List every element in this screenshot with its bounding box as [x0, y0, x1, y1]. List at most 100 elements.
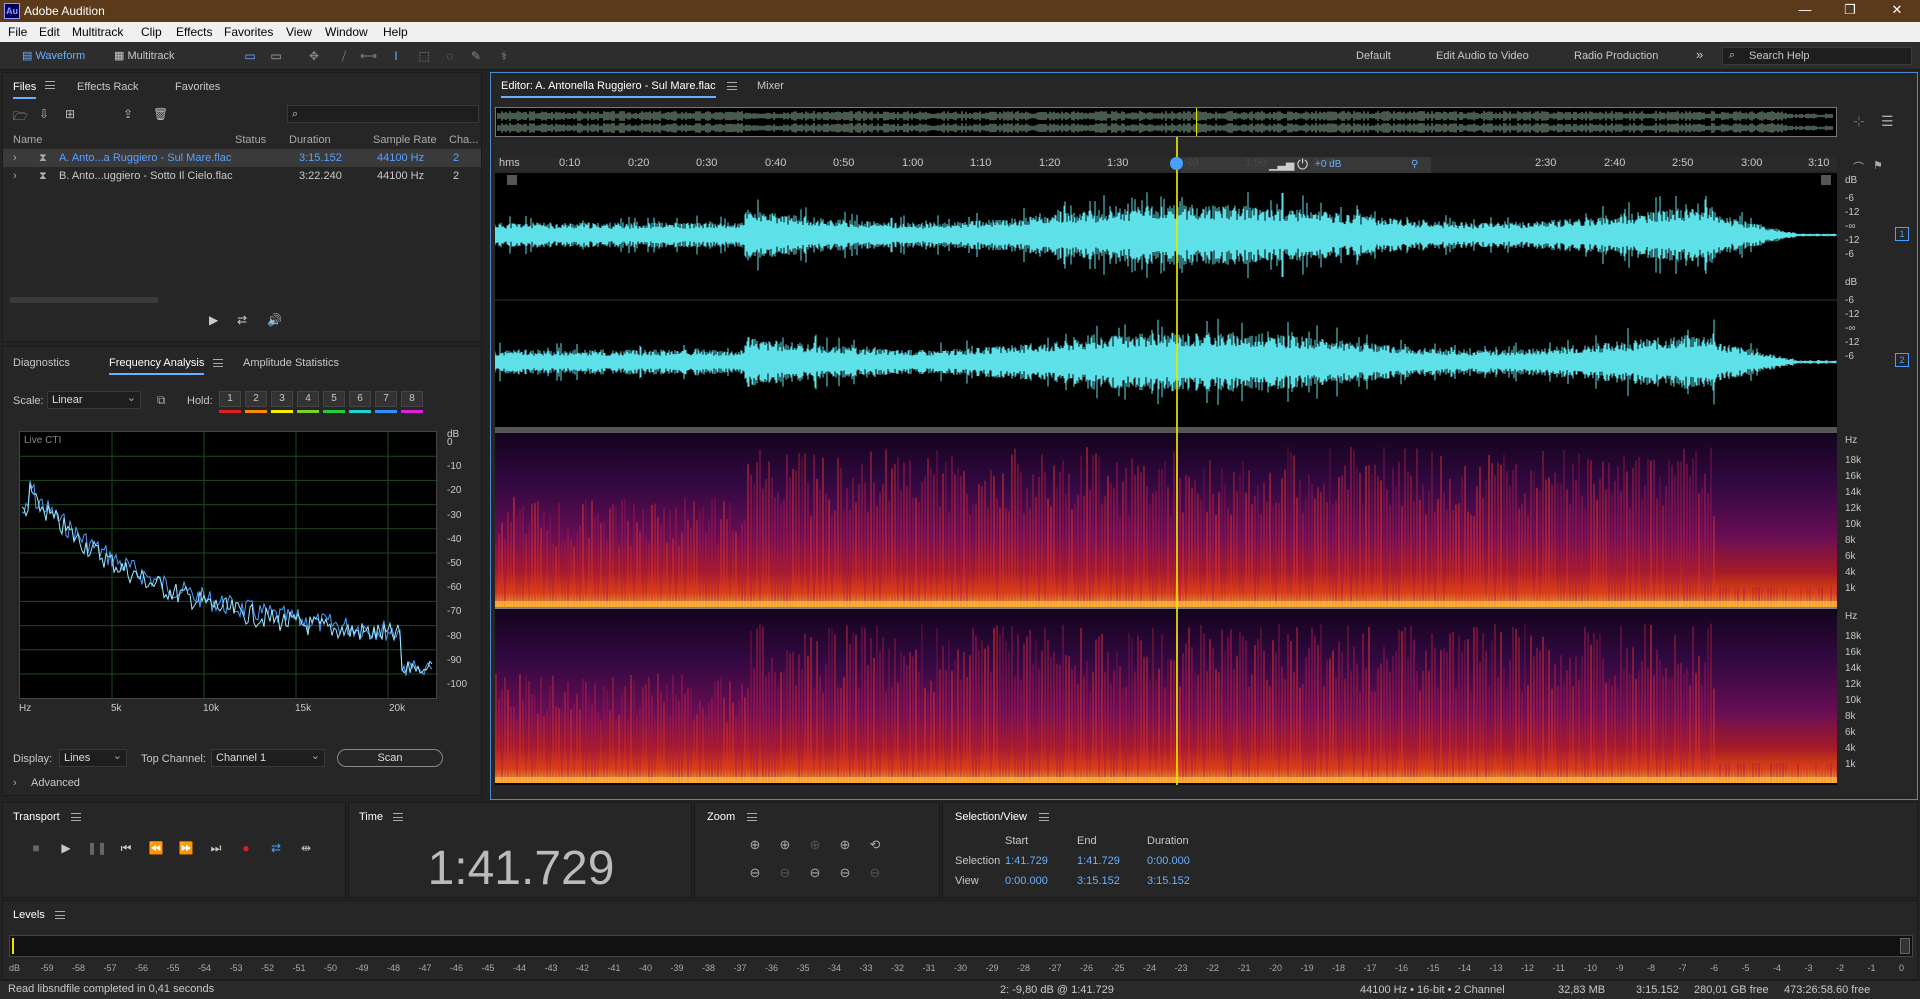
gain-knob-icon[interactable]: ⏻ [1297, 156, 1308, 173]
spectral-display-icon[interactable]: ▭ [242, 48, 258, 64]
loop-preview-icon[interactable]: ⇄ [237, 313, 253, 327]
spectral-band [1044, 627, 1046, 783]
import-file-icon[interactable]: ⇩ [39, 107, 49, 121]
spectral-band [960, 475, 962, 607]
editor-menu-icon[interactable] [727, 82, 737, 90]
menu-clip[interactable]: Clip [141, 25, 162, 39]
hold-button-3[interactable]: 3 [271, 391, 293, 407]
files-search-input[interactable]: ⌕ [287, 105, 479, 123]
search-help-field[interactable]: ⌕ Search Help [1722, 47, 1912, 65]
time-ruler[interactable]: hms0:100:200:300:400:501:001:101:201:301… [495, 157, 1837, 171]
razor-tool-icon[interactable]: ⧸ [336, 48, 352, 64]
hold-button-5[interactable]: 5 [323, 391, 345, 407]
spectral-band [969, 655, 971, 783]
hold-button-4[interactable]: 4 [297, 391, 319, 407]
move-tool-icon[interactable]: ✥ [306, 48, 322, 64]
horizontal-scrollbar[interactable] [9, 297, 159, 303]
workspace-radio-production[interactable]: Radio Production [1574, 50, 1658, 62]
col-sample-rate[interactable]: Sample Rate [373, 134, 437, 146]
tab-files[interactable]: Files [13, 81, 37, 99]
spectral-band [651, 695, 653, 783]
zoom-nav-icon[interactable]: ⊹ [1853, 113, 1865, 130]
menu-favorites[interactable]: Favorites [224, 25, 273, 39]
multitrack-view-button[interactable]: ▦ Multitrack [114, 47, 175, 65]
marquee-tool-icon[interactable]: ⬚ [416, 48, 432, 64]
menu-multitrack[interactable]: Multitrack [72, 25, 123, 39]
expand-chevron-icon[interactable]: › [13, 170, 17, 182]
spectral-band [921, 624, 923, 783]
corner-toggle-icon[interactable] [1821, 175, 1831, 185]
spectral-band [1446, 509, 1448, 607]
time-selection-tool-icon[interactable]: I [388, 48, 404, 64]
pitch-display-icon[interactable]: ▭ [268, 48, 284, 64]
hold-button-1[interactable]: 1 [219, 391, 241, 407]
tab-amplitude-statistics[interactable]: Amplitude Statistics [243, 357, 339, 369]
close-file-icon[interactable]: 🗑 [153, 107, 168, 121]
waveform-display[interactable] [495, 173, 1837, 427]
advanced-toggle[interactable]: Advanced [31, 777, 80, 789]
hold-button-8[interactable]: 8 [401, 391, 423, 407]
spectral-band [1239, 631, 1241, 783]
display-dropdown[interactable]: Lines [59, 748, 127, 767]
hold-button-6[interactable]: 6 [349, 391, 371, 407]
scan-button[interactable]: Scan [337, 749, 443, 767]
new-file-icon[interactable]: ⊞ [65, 107, 75, 121]
menu-help[interactable]: Help [383, 25, 408, 39]
spectral-band [1632, 467, 1634, 607]
waveform-view-button[interactable]: ▤ Waveform [22, 47, 85, 65]
pin-hud-icon[interactable]: ⚲ [1411, 159, 1418, 170]
spot-healing-tool-icon[interactable]: ⚕ [496, 48, 512, 64]
close-button[interactable]: ✕ [1882, 2, 1912, 18]
top-channel-dropdown[interactable]: Channel 1 [211, 748, 325, 767]
spectral-band [867, 665, 869, 783]
copy-graph-icon[interactable]: ⧉ [157, 393, 166, 408]
advanced-chevron-icon[interactable]: › [13, 777, 17, 789]
auto-play-icon[interactable]: 🔊 [267, 313, 287, 327]
tab-effects-rack[interactable]: Effects Rack [77, 81, 139, 93]
hold-button-2[interactable]: 2 [245, 391, 267, 407]
tab-diagnostics[interactable]: Diagnostics [13, 357, 70, 369]
minimize-button[interactable]: — [1790, 2, 1820, 17]
lasso-tool-icon[interactable]: ◌ [442, 48, 458, 64]
spectral-band [1230, 629, 1232, 783]
maximize-button[interactable]: ❐ [1835, 2, 1865, 18]
insert-into-multitrack-icon[interactable]: ⇪ [123, 107, 133, 121]
menu-edit[interactable]: Edit [39, 25, 60, 39]
open-file-icon[interactable]: 🗁 [13, 107, 28, 128]
hud-gain[interactable]: +0 dB [1315, 159, 1341, 170]
channel-button-1[interactable]: 1 [1895, 227, 1909, 241]
col-duration[interactable]: Duration [289, 134, 331, 146]
spectral-band [738, 536, 740, 607]
file-row[interactable]: › ⧗ B. Anto...uggiero - Sotto Il Cielo.f… [3, 167, 481, 185]
col-status[interactable]: Status [235, 134, 266, 146]
menu-window[interactable]: Window [325, 25, 368, 39]
analysis-panel-menu-icon[interactable] [213, 359, 223, 367]
menu-effects[interactable]: Effects [176, 25, 212, 39]
tab-editor[interactable]: Editor: A. Antonella Ruggiero - Sul Mare… [501, 80, 716, 98]
overview-bar[interactable] [495, 107, 1837, 137]
slip-tool-icon[interactable]: ⟷ [360, 48, 377, 64]
scale-dropdown[interactable]: Linear [47, 390, 141, 409]
expand-chevron-icon[interactable]: › [13, 152, 17, 164]
marker-icon[interactable]: ⚑ [1873, 159, 1883, 172]
files-panel-menu-icon[interactable] [45, 81, 55, 89]
tab-favorites[interactable]: Favorites [175, 81, 220, 93]
channel-button-2[interactable]: 2 [1895, 353, 1909, 367]
spectral-display[interactable] [495, 433, 1837, 785]
hold-button-7[interactable]: 7 [375, 391, 397, 407]
col-name[interactable]: Name [13, 134, 42, 146]
panel-layout-icon[interactable]: ☰ [1881, 113, 1894, 130]
preview-play-icon[interactable]: ▶ [209, 313, 221, 327]
tab-mixer[interactable]: Mixer [757, 80, 784, 92]
corner-toggle-icon[interactable] [507, 175, 517, 185]
workspace-default[interactable]: Default [1356, 50, 1391, 62]
file-row[interactable]: › ⧗ A. Anto...a Ruggiero - Sul Mare.flac… [3, 149, 481, 167]
workspace-edit-audio-to-video[interactable]: Edit Audio to Video [1436, 50, 1529, 62]
more-workspaces-button[interactable]: » [1696, 47, 1703, 62]
brush-tool-icon[interactable]: ✎ [468, 48, 484, 64]
menu-file[interactable]: File [8, 25, 27, 39]
spectral-band [591, 500, 593, 607]
col-channels[interactable]: Cha... [449, 134, 478, 146]
menu-view[interactable]: View [286, 25, 312, 39]
tab-frequency-analysis[interactable]: Frequency Analysis [109, 357, 205, 375]
